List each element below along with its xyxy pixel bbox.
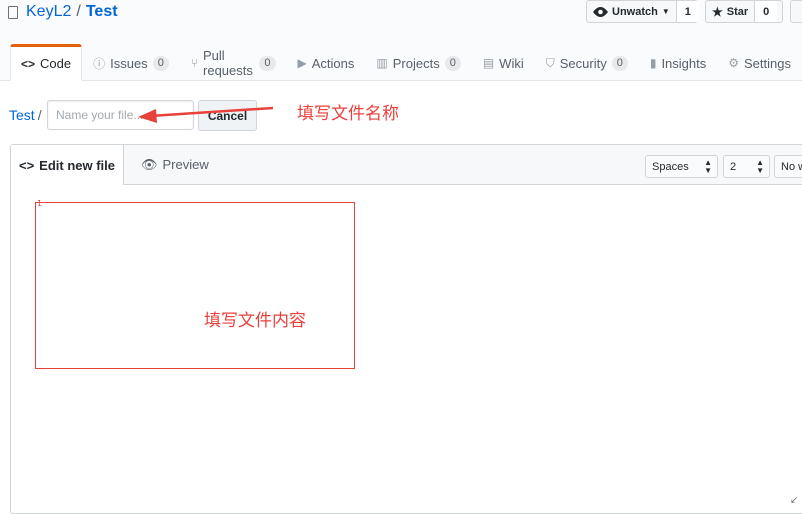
code-icon: <> xyxy=(18,157,35,173)
indent-mode-value: Spaces xyxy=(652,160,689,173)
caret-down-icon: ▼ xyxy=(661,7,670,16)
content-highlight-box[interactable] xyxy=(35,202,355,369)
eye-icon: 👁 xyxy=(141,156,158,172)
repo-icon xyxy=(8,5,18,19)
breadcrumb: Test / xyxy=(9,107,42,123)
tab-count-badge: 0 xyxy=(259,55,276,71)
wrap-mode-select[interactable]: No wrap xyxy=(774,155,802,178)
repo-name-link[interactable]: Test xyxy=(86,3,118,21)
tab-label: Settings xyxy=(744,55,791,71)
pull-request-icon: ⑂ xyxy=(190,56,199,70)
tab-count-badge: 0 xyxy=(152,55,169,71)
eye-icon xyxy=(593,6,608,17)
filename-annotation: 填写文件名称 xyxy=(297,104,399,124)
edit-tab-label: Edit new file xyxy=(39,157,116,173)
star-icon: ★ xyxy=(712,4,723,19)
star-label: Star xyxy=(726,5,749,18)
tab-count-badge: 0 xyxy=(611,55,628,71)
tab-label: Pull requests xyxy=(203,48,253,78)
tab-label: Security xyxy=(559,55,607,71)
tab-settings[interactable]: ⚙ Settings xyxy=(717,44,802,80)
star-count[interactable]: 0 xyxy=(754,1,778,22)
star-button[interactable]: ★ Star xyxy=(706,1,754,22)
select-arrows-icon: ▲ ▼ xyxy=(756,157,764,175)
graph-icon: ▮ xyxy=(649,56,657,70)
issue-icon: ⓘ xyxy=(93,56,106,71)
repo-owner-link[interactable]: KeyL2 xyxy=(26,3,71,21)
tab-label: Projects xyxy=(392,55,440,71)
tab-insights[interactable]: ▮ Insights xyxy=(639,44,717,80)
book-icon: ▤ xyxy=(482,56,495,70)
tab-label: Code xyxy=(40,56,72,71)
indent-mode-select[interactable]: Spaces ▲ ▼ xyxy=(645,155,718,178)
tab-code[interactable]: <> Code xyxy=(10,44,83,81)
indent-size-select[interactable]: 2 ▲ ▼ xyxy=(723,155,770,178)
tab-actions[interactable]: ▶ Actions xyxy=(287,44,366,80)
tab-issues[interactable]: ⓘ Issues 0 xyxy=(82,44,180,80)
repo-nav-tabs: <> Code ⓘ Issues 0 ⑂ Pull requests 0 ▶ A… xyxy=(10,44,802,81)
tab-pull-requests[interactable]: ⑂ Pull requests 0 xyxy=(180,44,287,80)
watch-count[interactable]: 1 xyxy=(675,1,699,22)
project-icon: ▥ xyxy=(376,56,388,70)
tab-projects[interactable]: ▥ Projects 0 xyxy=(365,44,471,80)
tab-preview[interactable]: 👁 Preview xyxy=(141,145,209,184)
code-icon: <> xyxy=(21,56,36,71)
repo-title: KeyL2 / Test xyxy=(8,3,118,21)
tab-label: Actions xyxy=(311,55,355,71)
breadcrumb-separator: / xyxy=(37,107,42,123)
fork-button-partial[interactable] xyxy=(790,0,802,23)
unwatch-label: Unwatch xyxy=(612,5,658,18)
indent-size-value: 2 xyxy=(730,160,737,173)
select-arrows-icon: ▲ ▼ xyxy=(704,157,712,175)
resize-handle-icon[interactable]: ↙ xyxy=(790,495,798,506)
tab-security[interactable]: ⛉ Security 0 xyxy=(535,44,639,80)
unwatch-button[interactable]: Unwatch ▼ xyxy=(587,1,676,22)
filename-input[interactable] xyxy=(47,100,194,130)
watch-button-group: Unwatch ▼ 1 xyxy=(586,0,699,23)
wrap-mode-value: No wrap xyxy=(781,160,802,173)
play-icon: ▶ xyxy=(297,56,307,70)
tab-wiki[interactable]: ▤ Wiki xyxy=(472,44,535,80)
gear-icon: ⚙ xyxy=(728,56,740,70)
shield-icon: ⛉ xyxy=(545,55,555,70)
tab-label: Insights xyxy=(661,55,707,71)
repo-separator: / xyxy=(76,3,81,20)
tab-label: Issues xyxy=(110,55,148,71)
preview-tab-label: Preview xyxy=(162,157,209,172)
cancel-button[interactable]: Cancel xyxy=(198,100,257,131)
tab-count-badge: 0 xyxy=(444,55,461,71)
tab-edit-new-file[interactable]: <> Edit new file xyxy=(11,145,124,185)
tab-label: Wiki xyxy=(499,55,524,71)
star-button-group: ★ Star 0 xyxy=(705,0,783,23)
content-annotation: 填写文件内容 xyxy=(204,311,306,331)
breadcrumb-repo-link[interactable]: Test xyxy=(9,107,35,123)
repo-header: KeyL2 / Test Unwatch ▼ 1 ★ Star 0 <> Cod… xyxy=(0,0,802,81)
editor-header: <> Edit new file 👁 Preview Spaces ▲ ▼ 2 ▲… xyxy=(11,145,802,185)
